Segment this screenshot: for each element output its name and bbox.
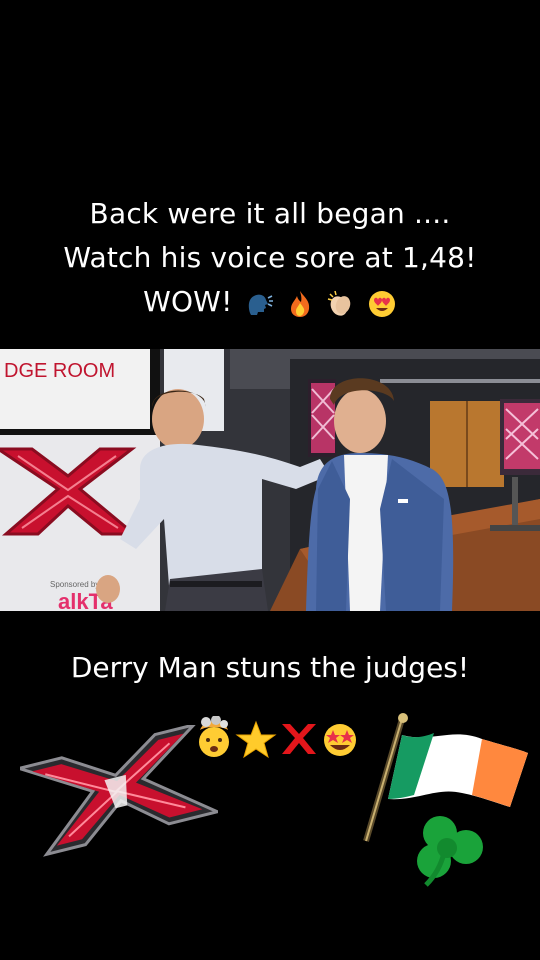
caption-line-1: Back were it all began .... <box>89 197 451 230</box>
speaking-head-icon <box>248 294 273 315</box>
irish-flag-icon <box>363 713 528 887</box>
door-sign-text: DGE ROOM <box>4 360 115 382</box>
shamrock-icon <box>417 816 483 887</box>
star-icon <box>235 720 277 759</box>
top-caption: Back were it all began .... Watch his vo… <box>0 192 540 325</box>
star-struck-icon <box>324 724 356 756</box>
caption-line-2: Watch his voice sore at 1,48! <box>63 241 477 274</box>
caption-emoji-row <box>242 281 397 325</box>
fire-icon <box>290 291 309 317</box>
sponsor-text: Sponsored by <box>50 580 99 589</box>
bottom-caption: Derry Man stuns the judges! <box>70 651 470 684</box>
bottom-emoji-row <box>194 715 364 760</box>
cross-mark-icon <box>282 724 316 754</box>
caption-line-3: WOW! <box>0 280 540 325</box>
heart-eyes-icon <box>368 291 395 317</box>
video-frame[interactable]: DGE ROOM Sponsored by alkTa <box>0 349 540 611</box>
clapping-hands-icon <box>327 290 351 316</box>
xfactor-logo-icon <box>20 725 218 857</box>
caption-wow: WOW! <box>143 285 233 318</box>
video-still: DGE ROOM Sponsored by alkTa <box>0 349 540 611</box>
